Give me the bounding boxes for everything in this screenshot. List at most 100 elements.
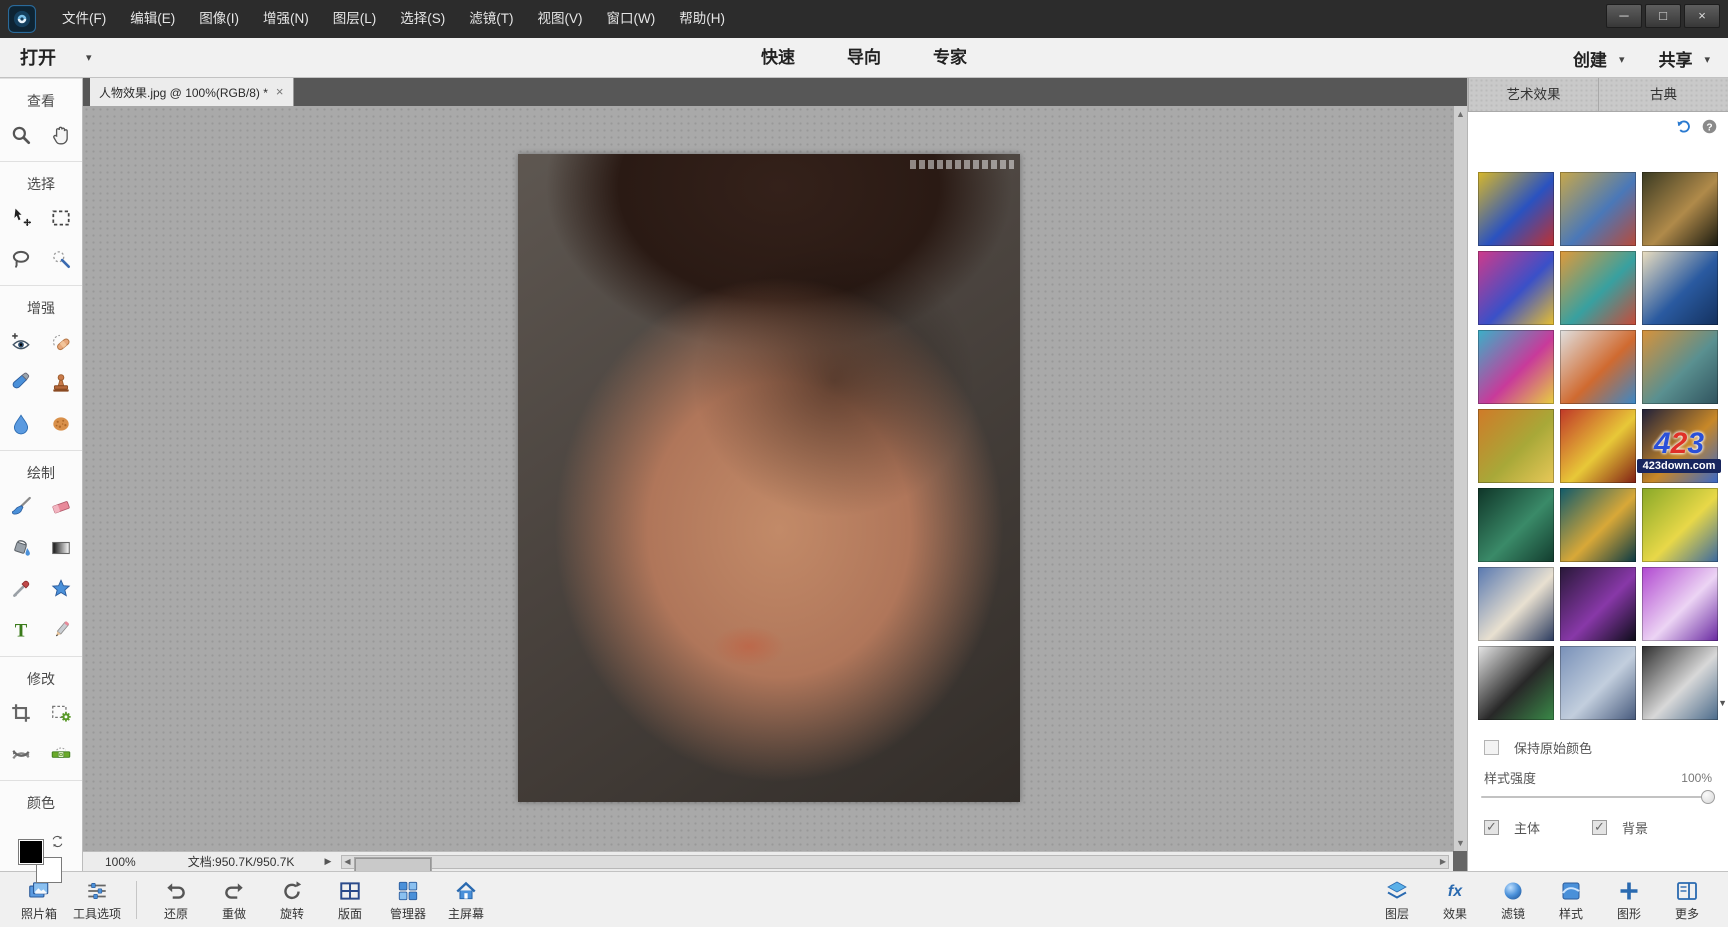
share-button[interactable]: 共享 bbox=[1658, 46, 1710, 71]
maximize-button[interactable]: □ bbox=[1645, 4, 1681, 28]
menu-layer[interactable]: 图层(L) bbox=[321, 0, 389, 38]
clone-stamp-tool[interactable] bbox=[44, 367, 78, 399]
eyedropper-tool[interactable] bbox=[4, 573, 38, 605]
thumb-great-wave[interactable] bbox=[1642, 251, 1718, 325]
thumb-teal-foliage[interactable] bbox=[1478, 488, 1554, 562]
styles-button[interactable]: 样式 bbox=[1542, 877, 1600, 922]
organizer-button[interactable]: 管理器 bbox=[379, 877, 437, 922]
panel-tab-artistic[interactable]: 艺术效果 bbox=[1468, 78, 1598, 112]
keep-original-checkbox[interactable] bbox=[1484, 740, 1499, 755]
thumb-mona-lisa[interactable] bbox=[1642, 172, 1718, 246]
panel-scroll-down-icon[interactable]: ▼ bbox=[1718, 698, 1727, 708]
portrait-photo[interactable] bbox=[518, 154, 1020, 802]
thumb-van-gogh-portrait[interactable] bbox=[1642, 330, 1718, 404]
canvas-horizontal-scrollbar[interactable]: ◀ ▶ bbox=[341, 855, 1449, 869]
zoom-level[interactable]: 100% bbox=[105, 855, 136, 869]
filters-button[interactable]: 滤镜 bbox=[1484, 877, 1542, 922]
thumb-fauvist-village[interactable] bbox=[1560, 251, 1636, 325]
paint-bucket-tool[interactable] bbox=[4, 532, 38, 564]
sponge-tool[interactable] bbox=[44, 408, 78, 440]
scroll-right-icon[interactable]: ▶ bbox=[1440, 856, 1446, 868]
canvas-area[interactable] bbox=[83, 106, 1453, 851]
create-button[interactable]: 创建 bbox=[1573, 46, 1625, 71]
menu-window[interactable]: 窗口(W) bbox=[595, 0, 668, 38]
photo-bin-button[interactable]: 照片箱 bbox=[10, 877, 68, 922]
move-tool[interactable] bbox=[4, 202, 38, 234]
scroll-down-icon[interactable]: ▼ bbox=[1454, 838, 1467, 848]
open-button[interactable]: 打开 bbox=[20, 38, 56, 78]
lasso-tool[interactable] bbox=[4, 243, 38, 275]
thumb-concert-stage[interactable] bbox=[1560, 567, 1636, 641]
panel-tab-classic[interactable]: 古典 bbox=[1598, 78, 1728, 112]
minimize-button[interactable]: ─ bbox=[1606, 4, 1642, 28]
redo-button[interactable]: 重做 bbox=[205, 877, 263, 922]
slider-track[interactable] bbox=[1481, 796, 1713, 798]
type-tool[interactable]: T bbox=[4, 614, 38, 646]
document-size-info[interactable]: 文档:950.7K/950.7K bbox=[188, 853, 295, 870]
menu-help[interactable]: 帮助(H) bbox=[667, 0, 737, 38]
document-tab[interactable]: 人物效果.jpg @ 100%(RGB/8) * × bbox=[90, 78, 294, 106]
thumb-purple-fluid[interactable] bbox=[1642, 567, 1718, 641]
pencil-tool[interactable] bbox=[44, 614, 78, 646]
thumb-wheat-field[interactable] bbox=[1642, 488, 1718, 562]
thumb-pop-art-dog[interactable] bbox=[1560, 330, 1636, 404]
thumb-boating-party[interactable] bbox=[1478, 567, 1554, 641]
mode-tab-quick[interactable]: 快速 bbox=[735, 38, 821, 78]
menu-image[interactable]: 图像(I) bbox=[187, 0, 251, 38]
shape-tool[interactable] bbox=[44, 573, 78, 605]
scroll-up-icon[interactable]: ▲ bbox=[1454, 109, 1467, 119]
menu-select[interactable]: 选择(S) bbox=[388, 0, 457, 38]
thumb-birch-abstract[interactable] bbox=[1642, 646, 1718, 720]
brush-tool[interactable] bbox=[4, 491, 38, 523]
recompose-tool[interactable] bbox=[44, 697, 78, 729]
undo-button[interactable]: 还原 bbox=[147, 877, 205, 922]
thumb-color-strokes[interactable] bbox=[1478, 330, 1554, 404]
thumb-abstract-face[interactable] bbox=[1478, 172, 1554, 246]
panel-reset-icon[interactable] bbox=[1675, 118, 1692, 135]
mode-tab-guided[interactable]: 导向 bbox=[821, 38, 907, 78]
content-aware-move-tool[interactable] bbox=[4, 738, 38, 770]
smart-brush-tool[interactable] bbox=[4, 367, 38, 399]
hand-tool[interactable] bbox=[44, 119, 78, 151]
thumb-ballet-dancers[interactable] bbox=[1560, 646, 1636, 720]
canvas-vertical-scrollbar[interactable]: ▲ ▼ bbox=[1453, 106, 1467, 851]
swap-colors-icon[interactable] bbox=[51, 835, 64, 848]
menu-view[interactable]: 视图(V) bbox=[526, 0, 595, 38]
crop-tool[interactable] bbox=[4, 697, 38, 729]
thumb-autumn-orchard[interactable] bbox=[1478, 409, 1554, 483]
menu-file[interactable]: 文件(F) bbox=[50, 0, 118, 38]
tool-options-button[interactable]: 工具选项 bbox=[68, 877, 126, 922]
spot-healing-tool[interactable] bbox=[44, 326, 78, 358]
rect-marquee-tool[interactable] bbox=[44, 202, 78, 234]
effects-button[interactable]: fx 效果 bbox=[1426, 877, 1484, 922]
mode-tab-expert[interactable]: 专家 bbox=[907, 38, 993, 78]
style-intensity-slider[interactable] bbox=[1481, 790, 1713, 804]
more-button[interactable]: 更多 bbox=[1658, 877, 1716, 922]
close-button[interactable]: × bbox=[1684, 4, 1720, 28]
thumb-rainbow-portrait[interactable] bbox=[1478, 251, 1554, 325]
menu-edit[interactable]: 编辑(E) bbox=[118, 0, 187, 38]
eraser-tool[interactable] bbox=[44, 491, 78, 523]
menu-enhance[interactable]: 增强(N) bbox=[251, 0, 321, 38]
zoom-tool[interactable] bbox=[4, 119, 38, 151]
document-close-icon[interactable]: × bbox=[276, 86, 284, 98]
thumb-mosaic-portrait[interactable] bbox=[1560, 172, 1636, 246]
slider-handle[interactable] bbox=[1701, 790, 1715, 804]
straighten-tool[interactable] bbox=[44, 738, 78, 770]
thumb-gold-teal-swirl[interactable] bbox=[1560, 488, 1636, 562]
thumb-cubist-geometric[interactable] bbox=[1478, 646, 1554, 720]
layout-button[interactable]: 版面 bbox=[321, 877, 379, 922]
thumb-red-interior[interactable] bbox=[1560, 409, 1636, 483]
foreground-color-swatch[interactable] bbox=[18, 839, 44, 865]
panel-help-icon[interactable]: ? bbox=[1701, 118, 1718, 135]
rotate-button[interactable]: 旋转 bbox=[263, 877, 321, 922]
subject-checkbox[interactable] bbox=[1484, 820, 1499, 835]
gradient-tool[interactable] bbox=[44, 532, 78, 564]
menu-filter[interactable]: 滤镜(T) bbox=[457, 0, 525, 38]
blur-tool[interactable] bbox=[4, 408, 38, 440]
background-checkbox[interactable] bbox=[1592, 820, 1607, 835]
open-dropdown-icon[interactable] bbox=[86, 38, 92, 78]
graphics-button[interactable]: 图形 bbox=[1600, 877, 1658, 922]
scroll-left-icon[interactable]: ◀ bbox=[344, 856, 350, 868]
home-screen-button[interactable]: 主屏幕 bbox=[437, 877, 495, 922]
